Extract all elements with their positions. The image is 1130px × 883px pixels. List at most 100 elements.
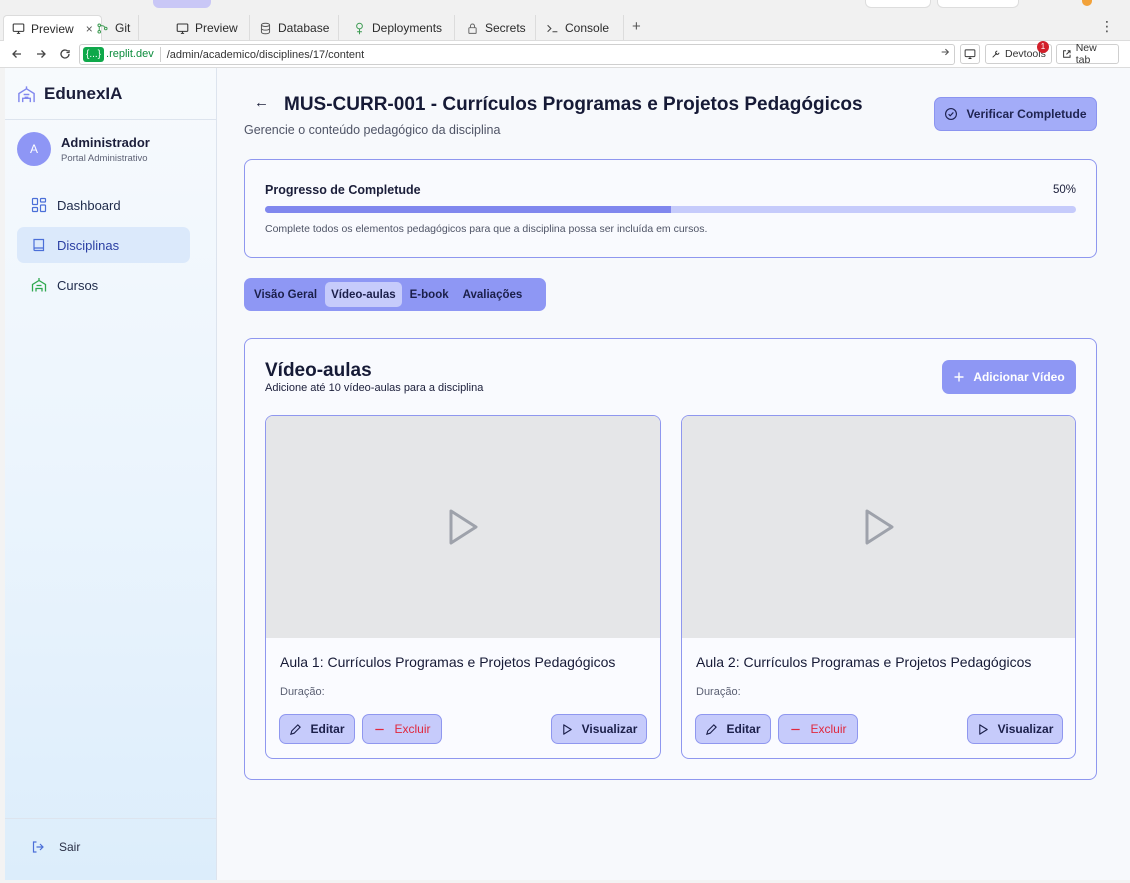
video-duration: Duração:	[280, 686, 325, 698]
video-thumbnail[interactable]	[682, 416, 1075, 638]
section-subtitle: Adicione até 10 vídeo-aulas para a disci…	[265, 382, 484, 394]
sidebar-item-cursos[interactable]: Cursos	[17, 267, 190, 303]
main-content: ← MUS-CURR-001 - Currículos Programas e …	[218, 68, 1130, 880]
browser-top-pill	[153, 0, 211, 8]
tab-preview[interactable]: Preview	[168, 15, 250, 41]
view-video-button[interactable]: Visualizar	[967, 714, 1063, 744]
view-label: Visualizar	[997, 722, 1054, 736]
edit-video-button[interactable]: Editar	[695, 714, 771, 744]
edit-label: Editar	[726, 722, 761, 736]
address-bar[interactable]: {...} .replit.dev /admin/academico/disci…	[79, 44, 955, 65]
tab-visao-geral[interactable]: Visão Geral	[248, 282, 323, 307]
sidebar: EdunexIA A Administrador Portal Administ…	[5, 68, 217, 880]
brand-logo[interactable]: EdunexIA	[17, 84, 122, 104]
sidebar-divider	[5, 818, 217, 819]
sidebar-divider	[5, 119, 217, 120]
check-circle-icon	[945, 108, 958, 120]
tab-video-aulas[interactable]: Vídeo-aulas	[325, 282, 402, 307]
video-card: Aula 1: Currículos Programas e Projetos …	[265, 415, 661, 759]
edit-label: Editar	[310, 722, 345, 736]
tab-ebook[interactable]: E-book	[404, 282, 455, 307]
app-window: EdunexIA A Administrador Portal Administ…	[5, 68, 1130, 880]
video-title: Aula 2: Currículos Programas e Projetos …	[696, 654, 1032, 670]
delete-video-button[interactable]: Excluir	[362, 714, 442, 744]
tab-label: Preview	[195, 21, 238, 35]
tab-deployments[interactable]: Deployments	[345, 15, 455, 41]
video-card: Aula 2: Currículos Programas e Projetos …	[681, 415, 1076, 759]
progress-note: Complete todos os elementos pedagógicos …	[265, 223, 708, 235]
browser-top-pill	[865, 0, 931, 8]
database-icon	[260, 22, 271, 34]
add-video-label: Adicionar Vídeo	[973, 370, 1065, 384]
tab-label: Console	[565, 21, 610, 35]
sidebar-item-label: Dashboard	[57, 197, 121, 213]
more-menu-icon[interactable]: ⋮	[1100, 18, 1114, 35]
browser-url-bar: {...} .replit.dev /admin/academico/disci…	[0, 41, 1130, 68]
back-arrow-icon[interactable]: ←	[254, 94, 269, 111]
play-icon	[562, 723, 572, 735]
url-path: /admin/academico/disciplines/17/content	[166, 48, 365, 61]
brand-name: EdunexIA	[44, 84, 123, 103]
forward-arrow-icon[interactable]	[32, 45, 50, 63]
user-name: Administrador	[61, 134, 150, 150]
view-video-button[interactable]: Visualizar	[551, 714, 647, 744]
tab-console[interactable]: Console	[538, 15, 624, 41]
tab-label: Secrets	[485, 21, 526, 35]
lock-icon	[468, 23, 477, 34]
back-arrow-icon[interactable]	[8, 45, 26, 63]
deployments-icon	[356, 22, 363, 34]
tab-label: Git	[115, 21, 131, 35]
verify-completeness-button[interactable]: Verificar Completude	[934, 97, 1097, 131]
tab-database[interactable]: Database	[251, 15, 339, 41]
browser-top-pill	[937, 0, 1019, 8]
reload-icon[interactable]	[56, 45, 74, 63]
add-video-button[interactable]: Adicionar Vídeo	[942, 360, 1076, 394]
monitor-icon	[12, 23, 25, 34]
sidebar-item-label: Disciplinas	[57, 237, 120, 253]
device-preview-button[interactable]	[960, 44, 980, 64]
page-title: MUS-CURR-001 - Currículos Programas e Pr…	[284, 94, 863, 115]
new-tab-plus-icon[interactable]: +	[632, 18, 641, 35]
tab-label: Database	[278, 21, 330, 35]
edit-video-button[interactable]: Editar	[279, 714, 355, 744]
logout-button[interactable]: Sair	[31, 840, 80, 854]
verify-label: Verificar Completude	[966, 107, 1087, 121]
video-thumbnail[interactable]	[266, 416, 660, 638]
sidebar-item-disciplinas[interactable]: Disciplinas	[17, 227, 190, 263]
progress-card: Progresso de Completude 50% Complete tod…	[244, 159, 1097, 258]
pencil-icon	[290, 723, 302, 735]
delete-label: Excluir	[810, 722, 847, 736]
browser-top-strip	[0, 0, 1130, 12]
video-section: Vídeo-aulas Adicione até 10 vídeo-aulas …	[244, 338, 1097, 780]
tab-label: Deployments	[372, 21, 443, 35]
url-host: .replit.dev	[106, 47, 161, 62]
monitor-icon	[964, 49, 976, 59]
play-icon	[978, 723, 988, 735]
play-icon	[449, 509, 478, 545]
logout-icon	[32, 841, 44, 853]
avatar: A	[17, 132, 51, 166]
pencil-icon	[706, 723, 718, 735]
delete-video-button[interactable]: Excluir	[778, 714, 858, 744]
sidebar-item-dashboard[interactable]: Dashboard	[17, 187, 190, 223]
book-icon	[33, 238, 45, 252]
video-title: Aula 1: Currículos Programas e Projetos …	[280, 654, 616, 670]
progress-bar	[265, 206, 1076, 213]
progress-percent: 50%	[1052, 184, 1076, 196]
tab-label: Preview	[31, 21, 74, 36]
play-icon	[865, 509, 893, 545]
go-arrow-icon[interactable]	[940, 47, 950, 60]
devtools-button[interactable]: Devtools 1	[985, 41, 1052, 64]
content-tabs: Visão Geral Vídeo-aulas E-book Avaliaçõe…	[244, 278, 546, 311]
tab-git[interactable]: Git	[88, 15, 140, 41]
tab-avaliacoes[interactable]: Avaliações	[457, 282, 529, 307]
school-icon	[18, 85, 35, 102]
wrench-icon	[992, 50, 1000, 58]
tab-preview-active[interactable]: Preview ×	[3, 15, 102, 41]
tab-secrets[interactable]: Secrets	[458, 15, 536, 41]
browser-tab-bar: Preview × Git Preview Database Deploymen…	[0, 12, 1130, 41]
progress-label: Progresso de Completude	[265, 183, 421, 197]
devtools-badge: 1	[1037, 41, 1049, 53]
view-label: Visualizar	[581, 722, 638, 736]
new-tab-button[interactable]: New tab	[1056, 42, 1119, 66]
